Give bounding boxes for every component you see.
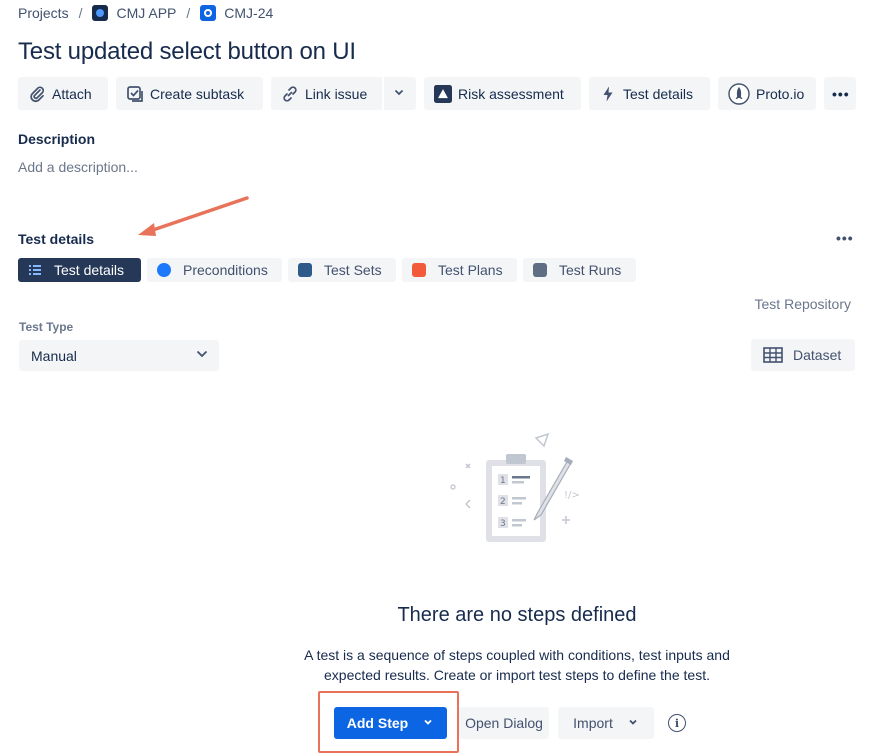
test-sets-icon <box>298 263 312 277</box>
add-step-button[interactable]: Add Step <box>334 707 447 739</box>
description-heading: Description <box>18 131 96 147</box>
list-icon <box>28 263 42 277</box>
create-subtask-button[interactable]: Create subtask <box>116 77 263 110</box>
tab-test-runs[interactable]: Test Runs <box>523 258 636 282</box>
proto-io-button[interactable]: Proto.io <box>718 77 816 110</box>
link-icon <box>281 85 299 103</box>
test-type-label: Test Type <box>19 320 74 334</box>
preconditions-icon <box>157 263 171 277</box>
tab-test-plans[interactable]: Test Plans <box>402 258 517 282</box>
chevron-down-icon <box>627 715 639 731</box>
test-details-button[interactable]: Test details <box>589 77 710 110</box>
breadcrumb-app[interactable]: CMJ APP <box>92 5 176 21</box>
test-plans-icon <box>412 263 426 277</box>
more-icon: ••• <box>832 85 850 102</box>
svg-text:3: 3 <box>500 519 506 529</box>
lightning-icon <box>599 85 617 103</box>
open-dialog-button[interactable]: Open Dialog <box>459 707 549 739</box>
issue-type-icon <box>200 5 217 21</box>
subtask-icon <box>126 85 144 103</box>
svg-text:!/>: !/> <box>564 490 580 501</box>
test-runs-icon <box>533 263 547 277</box>
test-tabs: Test details Preconditions Test Sets Tes… <box>18 258 636 282</box>
attach-button[interactable]: Attach <box>18 77 108 110</box>
risk-assessment-button[interactable]: Risk assessment <box>424 77 581 110</box>
info-icon[interactable]: i <box>668 714 686 732</box>
breadcrumb-separator: / <box>78 5 83 21</box>
svg-text:1: 1 <box>500 476 506 486</box>
chevron-down-icon <box>195 347 209 364</box>
link-issue-dropdown[interactable] <box>384 77 416 110</box>
breadcrumb-projects[interactable]: Projects <box>18 5 69 21</box>
paperclip-icon <box>28 85 46 103</box>
breadcrumb-issue[interactable]: CMJ-24 <box>200 5 273 21</box>
tab-test-details[interactable]: Test details <box>18 258 141 282</box>
empty-state-description: A test is a sequence of steps coupled wi… <box>304 647 730 683</box>
rocket-icon <box>728 82 750 105</box>
link-issue-button[interactable]: Link issue <box>271 77 382 110</box>
risk-icon <box>434 84 452 103</box>
test-type-select[interactable]: Manual <box>19 340 219 371</box>
link-issue-split: Link issue <box>271 77 416 110</box>
description-field[interactable]: Add a description... <box>18 159 138 175</box>
chevron-down-icon <box>392 85 406 102</box>
test-details-heading: Test details <box>18 231 94 247</box>
tab-test-sets[interactable]: Test Sets <box>288 258 396 282</box>
more-actions-button[interactable]: ••• <box>824 77 856 110</box>
tab-preconditions[interactable]: Preconditions <box>147 258 282 282</box>
table-icon <box>763 347 783 363</box>
chevron-down-icon <box>422 715 434 731</box>
issue-title[interactable]: Test updated select button on UI <box>18 38 356 66</box>
breadcrumb: Projects / CMJ APP / CMJ-24 <box>18 4 273 22</box>
import-button[interactable]: Import <box>558 707 654 739</box>
clipboard-illustration-icon: !/> 1 2 3 <box>450 432 580 542</box>
svg-text:2: 2 <box>500 497 506 507</box>
empty-state-title: There are no steps defined <box>397 604 637 626</box>
project-avatar-icon <box>92 5 109 21</box>
annotation-arrow <box>138 196 249 236</box>
issue-toolbar: Attach Create subtask Link issue Risk as… <box>18 77 856 110</box>
dataset-button[interactable]: Dataset <box>751 339 855 371</box>
test-panel-more-button[interactable]: ••• <box>836 230 854 246</box>
test-repository-link[interactable]: Test Repository <box>755 296 851 312</box>
breadcrumb-separator: / <box>186 5 191 21</box>
